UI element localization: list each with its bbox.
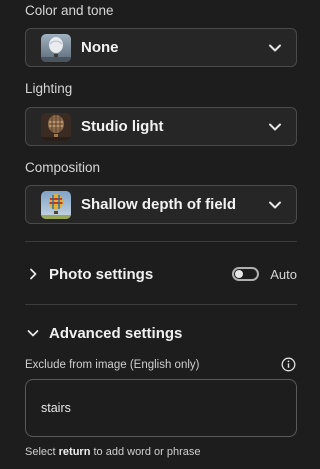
composition-value: Shallow depth of field	[81, 196, 236, 213]
chevron-down-icon	[269, 201, 281, 208]
divider	[25, 304, 297, 305]
settings-panel: Color and tone None Lighting Studio ligh…	[0, 0, 320, 469]
advanced-settings-title[interactable]: Advanced settings	[49, 325, 297, 342]
composition-thumbnail	[41, 190, 71, 219]
color-tone-value: None	[81, 39, 119, 56]
auto-toggle[interactable]	[232, 267, 260, 281]
auto-toggle-label: Auto	[270, 266, 297, 282]
exclude-label: Exclude from image (English only)	[25, 359, 200, 371]
color-tone-thumbnail	[41, 33, 71, 62]
advanced-settings-row: Advanced settings	[25, 320, 297, 346]
lighting-select[interactable]: Studio light	[25, 107, 297, 146]
photo-settings-title[interactable]: Photo settings	[49, 266, 232, 283]
divider	[25, 241, 297, 242]
color-tone-label: Color and tone	[25, 3, 114, 18]
exclude-hint: Select return to add word or phrase	[25, 446, 201, 458]
chevron-down-icon	[269, 44, 281, 51]
toggle-knob	[235, 270, 244, 278]
hint-prefix: Select	[25, 446, 56, 458]
composition-label: Composition	[25, 160, 101, 175]
exclude-input-value: stairs	[41, 401, 71, 415]
chevron-right-icon[interactable]	[27, 268, 39, 280]
exclude-input[interactable]: stairs	[25, 379, 297, 437]
lighting-value: Studio light	[81, 118, 164, 135]
info-icon[interactable]	[281, 357, 296, 372]
photo-settings-row: Photo settings Auto	[25, 261, 297, 287]
hint-suffix: to add word or phrase	[93, 446, 201, 458]
lighting-label: Lighting	[25, 81, 73, 96]
color-tone-select[interactable]: None	[25, 28, 297, 67]
composition-select[interactable]: Shallow depth of field	[25, 185, 297, 224]
chevron-down-icon	[269, 123, 281, 130]
lighting-thumbnail	[41, 112, 71, 141]
chevron-down-icon[interactable]	[27, 327, 39, 339]
hint-key: return	[58, 446, 91, 458]
